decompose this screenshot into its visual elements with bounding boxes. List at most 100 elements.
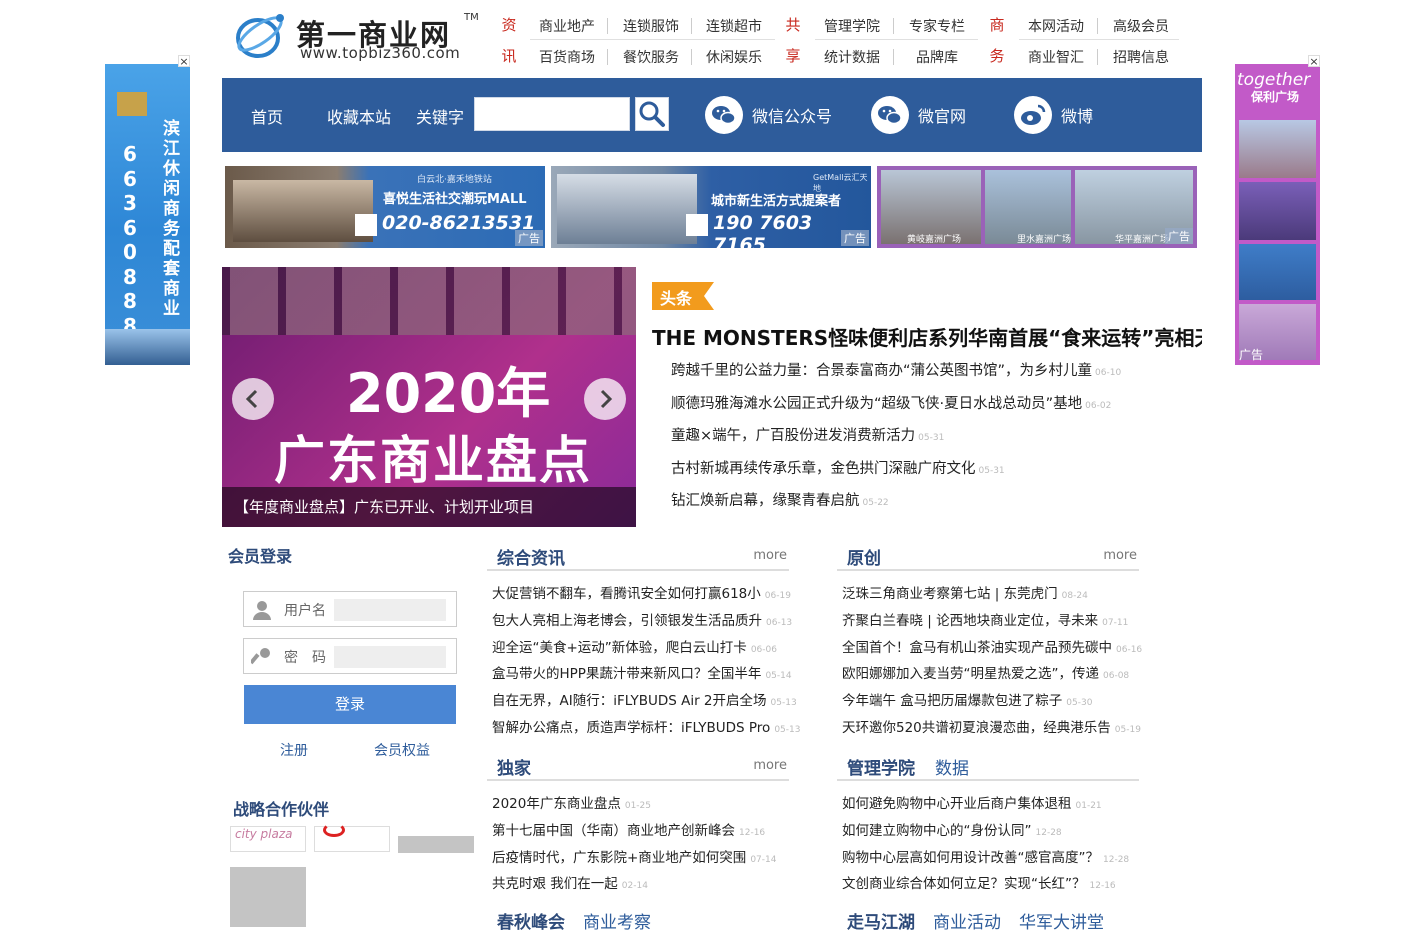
slider-prev-button[interactable] — [232, 378, 274, 420]
list-item[interactable]: 后疫情时代，广东影院+商业地产如何突围 07-14 — [492, 846, 812, 873]
list-item-text[interactable]: 欧阳娜娜加入麦当劳“明星热爱之选”，传递 — [842, 666, 1099, 682]
exclusive-more-link[interactable]: more — [753, 758, 787, 773]
list-item-text[interactable]: 文创商业综合体如何立足？实现“长红”？ — [842, 876, 1086, 890]
list-item[interactable]: 如何建立购物中心的“身份认同” 12-28 — [842, 819, 1162, 846]
headline-item-text[interactable]: 跨越千里的公益力量：合景泰富商办“蒲公英图书馆”，为乡村儿童 — [671, 363, 1092, 379]
news-column-title[interactable]: 综合资讯 — [497, 544, 565, 569]
list-item[interactable]: 泛珠三角商业考察第七站 | 东莞虎门 08-24 — [842, 582, 1172, 609]
side-ad-left[interactable]: 滨江休闲商务配套商业 66360888 — [105, 64, 190, 365]
nav-link-department-store[interactable]: 百货商场 — [530, 47, 604, 67]
headline-item-text[interactable]: 古村新城再续传承乐章，金色拱门深融广府文化 — [671, 461, 976, 477]
banner-ad-jiazhou[interactable]: 黄岐嘉洲广场 里水嘉洲广场 华平嘉洲广场 广告 — [877, 166, 1197, 248]
site-logo[interactable]: 第一商业网 TM www.topbiz360.com — [234, 10, 484, 66]
list-item[interactable]: 第十七届中国（华南）商业地产创新峰会 12-16 — [492, 819, 812, 846]
headline-item[interactable]: 古村新城再续传承乐章，金色拱门深融广府文化 05-31 — [671, 457, 1211, 490]
bookmark-site-link[interactable]: 收藏本站 — [327, 104, 391, 128]
slider-caption[interactable]: 【年度商业盘点】广东已开业、计划开业项目 — [222, 487, 636, 527]
list-item[interactable]: 包大人亮相上海老博会，引领银发生活品质升 06-13 — [492, 609, 812, 636]
headline-title[interactable]: THE MONSTERS怪味便利店系列华南首展“食来运转”亮相天 — [652, 322, 1202, 351]
headline-item[interactable]: 顺德玛雅海滩水公园正式升级为“超级飞侠·夏日水战总动员”基地 06-02 — [671, 392, 1211, 425]
partner-logo-placeholder[interactable] — [398, 836, 474, 853]
original-column-title[interactable]: 原创 — [847, 544, 881, 569]
register-link[interactable]: 注册 — [280, 740, 308, 760]
list-item[interactable]: 购物中心层高如何用设计改善“感官高度”？ 12-28 — [842, 846, 1162, 873]
list-item[interactable]: 自在无界，AI随行：iFLYBUDS Air 2开启全场 05-13 — [492, 689, 812, 716]
partner-logo[interactable] — [314, 823, 390, 852]
side-ad-right[interactable]: together 保利广场 广告 — [1235, 64, 1320, 365]
username-input[interactable] — [334, 599, 446, 621]
list-item-text[interactable]: 后疫情时代，广东影院+商业地产如何突围 — [492, 850, 746, 866]
headline-item-text[interactable]: 钻汇焕新启幕，缘聚青春启航 — [671, 493, 860, 509]
list-item-text[interactable]: 2020年广东商业盘点 — [492, 796, 621, 812]
headline-item-text[interactable]: 顺德玛雅海滩水公园正式升级为“超级飞侠·夏日水战总动员”基地 — [671, 396, 1082, 412]
nav-link-brand-library[interactable]: 品牌库 — [900, 47, 974, 67]
summit-tab[interactable]: 春秋峰会 — [497, 913, 565, 933]
nav-home-link[interactable]: 首页 — [251, 104, 283, 128]
list-item-text[interactable]: 泛珠三角商业考察第七站 | 东莞虎门 — [842, 586, 1058, 602]
list-item[interactable]: 欧阳娜娜加入麦当劳“明星热爱之选”，传递 06-08 — [842, 662, 1172, 689]
news-more-link[interactable]: more — [753, 548, 787, 563]
list-item-text[interactable]: 全国首个！盒马有机山茶油实现产品预先碳中 — [842, 640, 1112, 656]
wechat-public-link[interactable]: 微信公众号 — [705, 96, 832, 134]
headline-item-text[interactable]: 童趣×端午，广百股份进发消费新活力 — [671, 428, 915, 444]
search-button[interactable] — [635, 97, 669, 131]
academy-column-title[interactable]: 管理学院 — [847, 754, 915, 779]
nav-link-commercial-estate[interactable]: 商业地产 — [530, 16, 604, 36]
list-item-text[interactable]: 包大人亮相上海老博会，引领银发生活品质升 — [492, 613, 762, 629]
wechat-site-link[interactable]: 微官网 — [871, 96, 966, 134]
nav-link-academy[interactable]: 管理学院 — [815, 16, 889, 36]
nav-link-site-events[interactable]: 本网活动 — [1019, 16, 1093, 36]
nav-link-chain-apparel[interactable]: 连锁服饰 — [614, 16, 688, 36]
original-more-link[interactable]: more — [1103, 548, 1137, 563]
nav-link-catering[interactable]: 餐饮服务 — [614, 47, 688, 67]
close-ad-left-button[interactable]: × — [178, 55, 190, 68]
login-button[interactable]: 登录 — [244, 685, 456, 724]
list-item-text[interactable]: 购物中心层高如何用设计改善“感官高度”？ — [842, 850, 1099, 866]
list-item[interactable]: 齐聚白兰春晓 | 论西地块商业定位，寻未来 07-11 — [842, 609, 1172, 636]
business-events-tab[interactable]: 商业活动 — [933, 913, 1001, 933]
list-item-text[interactable]: 第十七届中国（华南）商业地产创新峰会 — [492, 823, 735, 839]
list-item-text[interactable]: 大促营销不翻车，看腾讯安全如何打赢618小 — [492, 586, 761, 602]
jianghu-tab[interactable]: 走马江湖 — [847, 913, 915, 933]
headline-item[interactable]: 童趣×端午，广百股份进发消费新活力 05-31 — [671, 424, 1211, 457]
nav-link-expert-column[interactable]: 专家专栏 — [900, 16, 974, 36]
business-tour-tab[interactable]: 商业考察 — [583, 913, 651, 933]
list-item[interactable]: 迎全运“美食+运动”新体验，爬白云山打卡 06-06 — [492, 636, 812, 663]
headline-item[interactable]: 钻汇焕新启幕，缘聚青春启航 05-22 — [671, 489, 1211, 522]
password-field[interactable]: 密 码 — [243, 638, 457, 674]
search-input[interactable] — [474, 97, 630, 131]
exclusive-column-title[interactable]: 独家 — [497, 754, 531, 779]
username-field[interactable]: 用户名 — [243, 591, 457, 627]
list-item[interactable]: 全国首个！盒马有机山茶油实现产品预先碳中 06-16 — [842, 636, 1172, 663]
slider-next-button[interactable] — [584, 378, 626, 420]
list-item[interactable]: 今年端午 盒马把历届爆款包进了粽子 05-30 — [842, 689, 1172, 716]
huajun-lecture-tab[interactable]: 华军大讲堂 — [1019, 913, 1104, 933]
list-item-text[interactable]: 迎全运“美食+运动”新体验，爬白云山打卡 — [492, 640, 747, 656]
list-item[interactable]: 盒马带火的HPP果蔬汁带来新风口？全国半年 05-14 — [492, 662, 812, 689]
list-item[interactable]: 2020年广东商业盘点 01-25 — [492, 792, 812, 819]
list-item-text[interactable]: 自在无界，AI随行：iFLYBUDS Air 2开启全场 — [492, 693, 767, 709]
list-item[interactable]: 共克时艰 我们在一起 02-14 — [492, 872, 812, 899]
headline-item[interactable]: 跨越千里的公益力量：合景泰富商办“蒲公英图书馆”，为乡村儿童 06-10 — [671, 359, 1211, 392]
partner-logo-placeholder[interactable] — [230, 867, 306, 927]
nav-link-statistics[interactable]: 统计数据 — [815, 47, 889, 67]
list-item[interactable]: 文创商业综合体如何立足？实现“长红”？ 12-16 — [842, 872, 1162, 890]
nav-link-leisure[interactable]: 休闲娱乐 — [697, 47, 771, 67]
member-benefits-link[interactable]: 会员权益 — [374, 740, 430, 760]
weibo-link[interactable]: 微博 — [1014, 96, 1093, 134]
list-item-text[interactable]: 如何建立购物中心的“身份认同” — [842, 823, 1032, 839]
list-item-text[interactable]: 智解办公痛点，质造声学标杆：iFLYBUDS Pro — [492, 720, 770, 736]
list-item-text[interactable]: 共克时艰 我们在一起 — [492, 876, 618, 892]
list-item-text[interactable]: 齐聚白兰春晓 | 论西地块商业定位，寻未来 — [842, 613, 1098, 629]
password-input[interactable] — [334, 646, 446, 668]
nav-link-recruitment[interactable]: 招聘信息 — [1104, 47, 1178, 67]
nav-link-chain-supermarket[interactable]: 连锁超市 — [697, 16, 771, 36]
list-item[interactable]: 大促营销不翻车，看腾讯安全如何打赢618小 06-19 — [492, 582, 812, 609]
list-item[interactable]: 天环邀你520共谱初夏浪漫恋曲，经典港乐告 05-19 — [842, 716, 1172, 743]
list-item[interactable]: 智解办公痛点，质造声学标杆：iFLYBUDS Pro 05-13 — [492, 716, 812, 743]
data-column-title[interactable]: 数据 — [935, 754, 969, 779]
close-ad-right-button[interactable]: × — [1308, 55, 1320, 68]
nav-link-business-insights[interactable]: 商业智汇 — [1019, 47, 1093, 67]
list-item-text[interactable]: 如何避免购物中心开业后商户集体退租 — [842, 796, 1072, 812]
banner-ad-mall-2[interactable]: GetMall云汇天地 城市新生活方式提案者 190 7603 7165 广告 — [551, 166, 871, 248]
